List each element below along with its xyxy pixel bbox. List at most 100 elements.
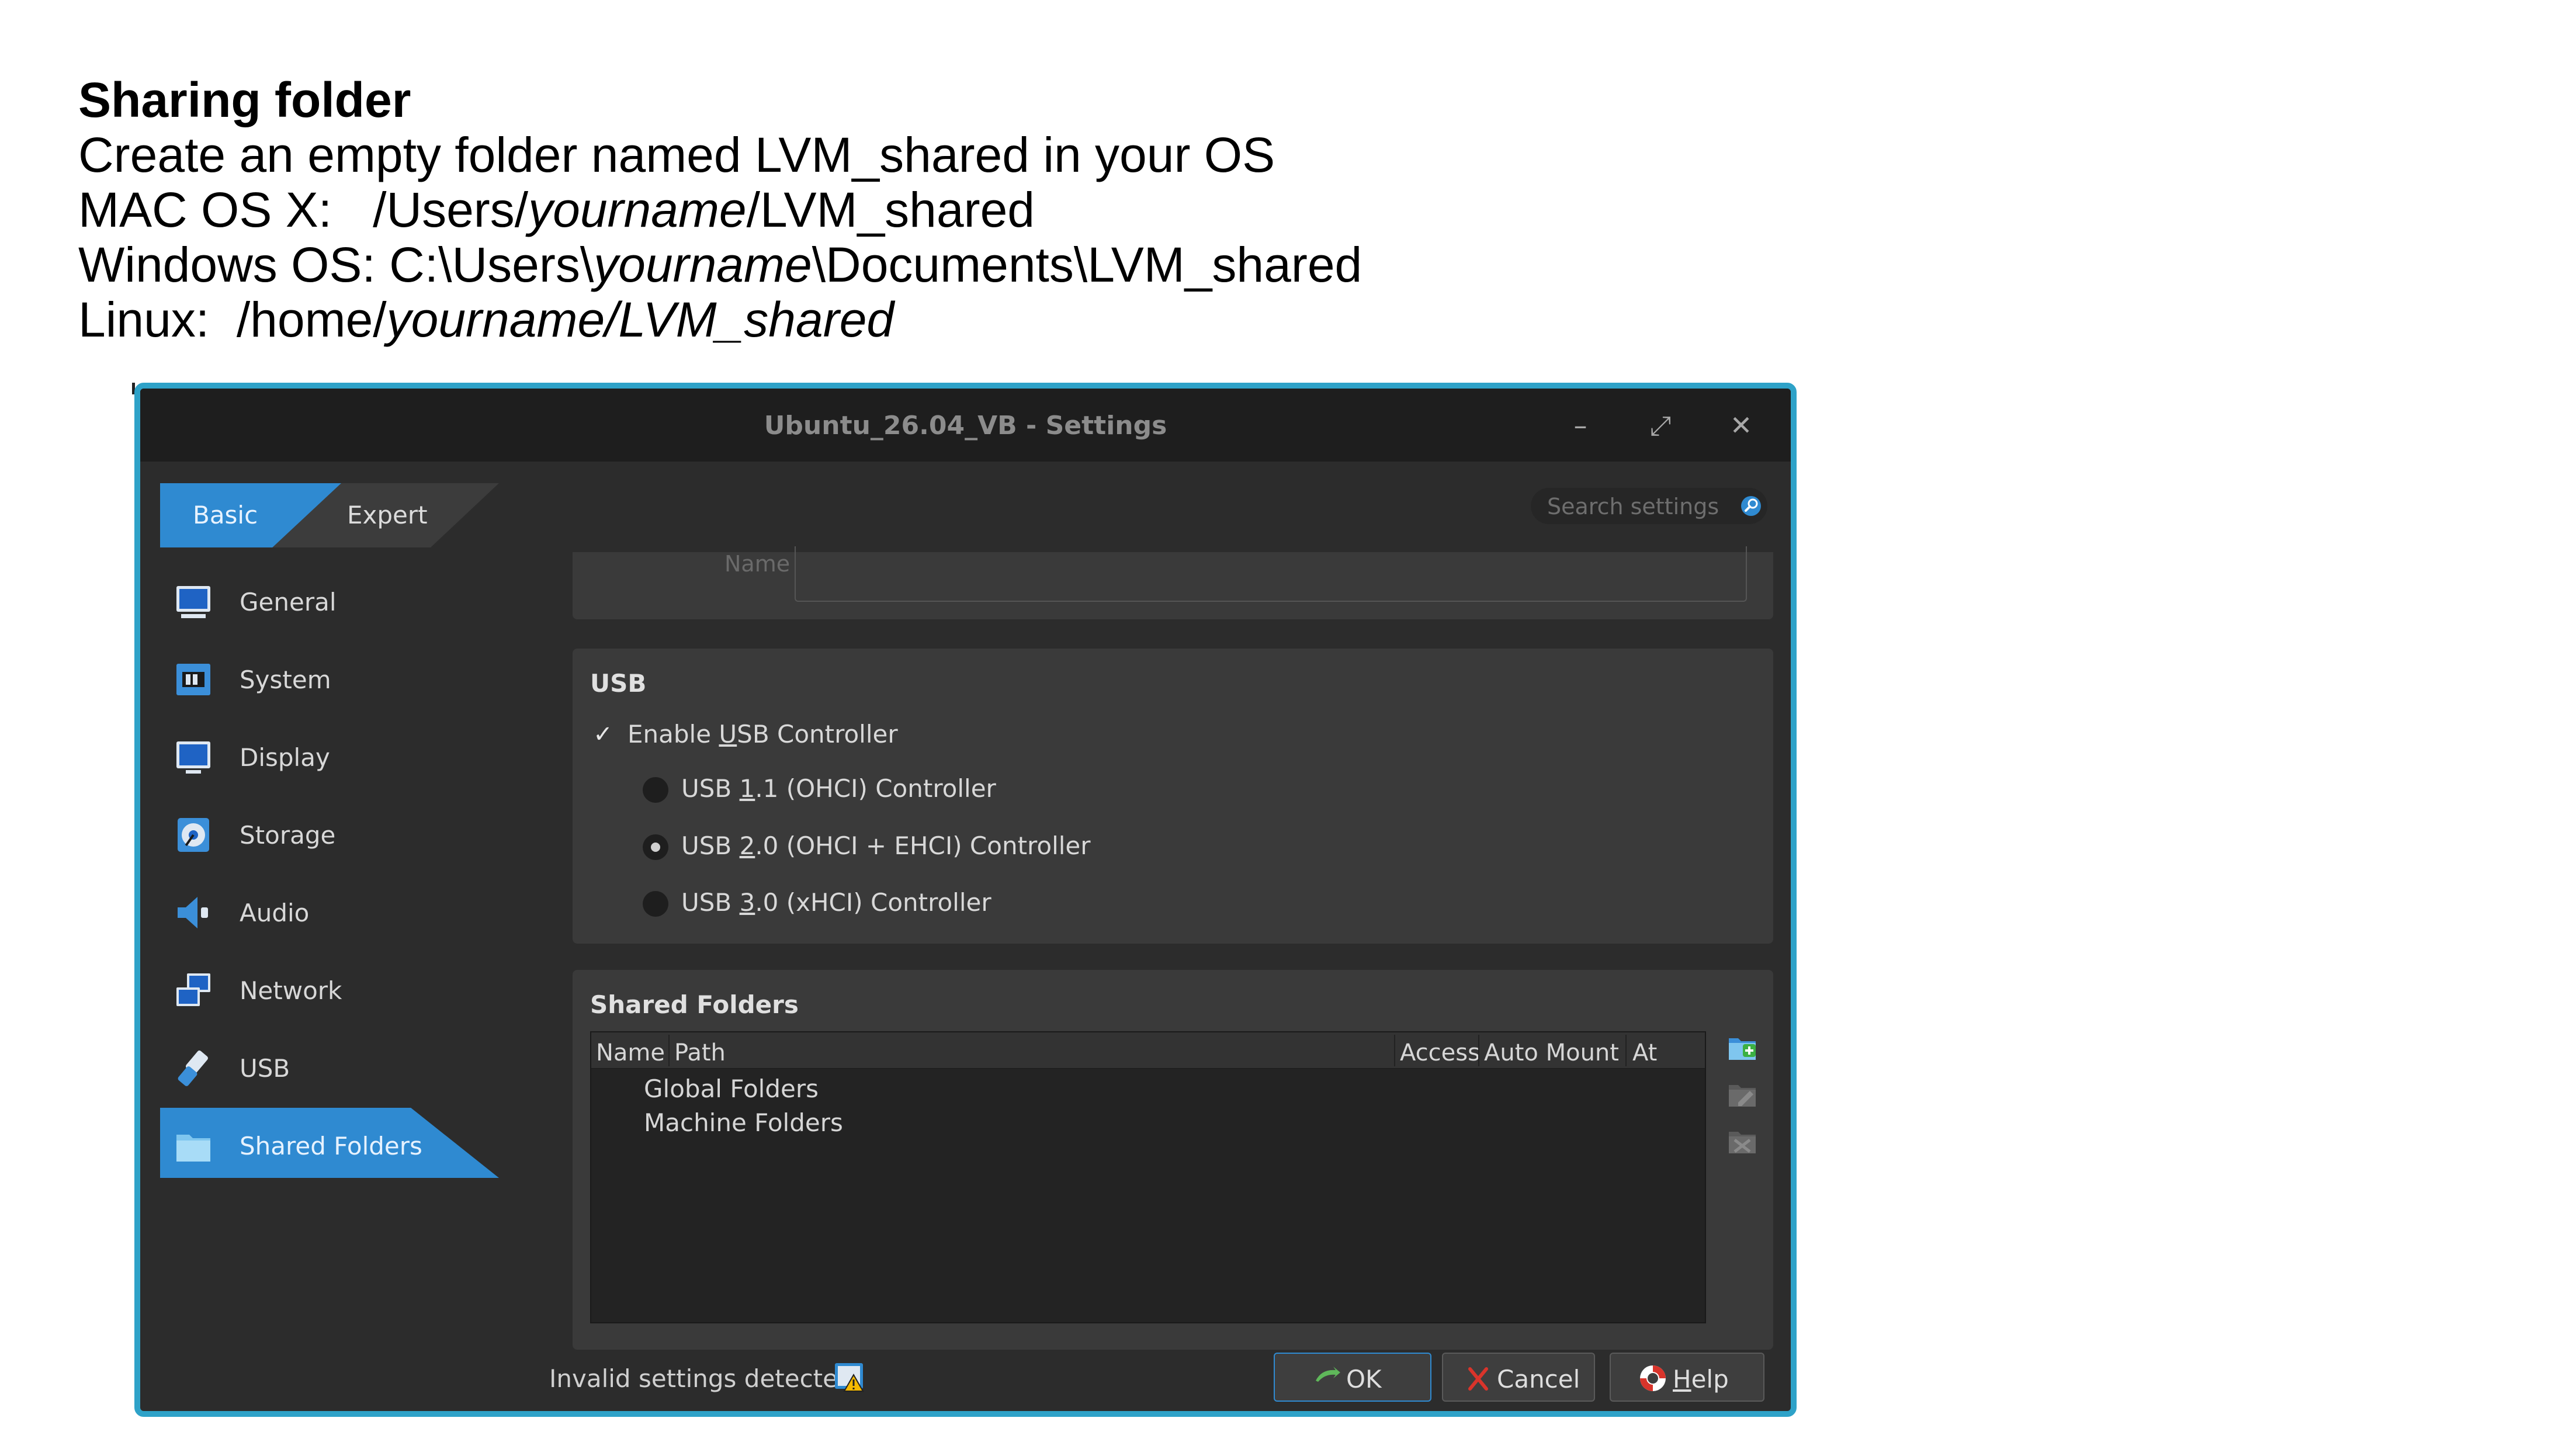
- slide-line-linux: Linux: /home/yourname/LVM_shared: [78, 292, 1362, 347]
- sidebar-item-system[interactable]: System: [160, 642, 499, 712]
- ok-label: OK: [1346, 1365, 1382, 1393]
- mnemonic-letter: 2: [739, 831, 755, 860]
- sidebar-item-label: General: [240, 588, 337, 616]
- linux-path-user: yourname/LVM_shared: [386, 292, 895, 347]
- tab-basic-label: Basic: [193, 501, 258, 529]
- settings-window: Ubuntu_26.04_VB - Settings – ⤢ ✕ Basic E…: [134, 383, 1797, 1417]
- slide-heading: Sharing folder: [78, 72, 411, 127]
- mac-path-suffix: /LVM_shared: [746, 182, 1035, 237]
- remove-shared-folder-icon[interactable]: [1726, 1125, 1758, 1156]
- add-shared-folder-icon[interactable]: [1726, 1031, 1758, 1063]
- tree-row-machine-folders[interactable]: Machine Folders: [644, 1108, 843, 1137]
- search-icon[interactable]: [1739, 494, 1763, 518]
- sidebar-item-label: USB: [240, 1054, 290, 1083]
- sidebar-item-label: Network: [240, 976, 342, 1005]
- cancel-label: Cancel: [1497, 1365, 1580, 1393]
- windows-path-prefix: Windows OS: C:\Users\: [78, 237, 594, 292]
- speaker-icon: [178, 897, 208, 928]
- network-icon: [176, 973, 210, 1006]
- close-button[interactable]: ✕: [1721, 405, 1762, 446]
- usb-2-0-radio[interactable]: [643, 834, 668, 860]
- usb-1-1-label[interactable]: USB 1.1 (OHCI) Controller: [681, 774, 996, 803]
- label-text: Enable: [627, 720, 719, 748]
- windows-path-user: yourname: [594, 237, 812, 292]
- warning-icon[interactable]: [833, 1361, 865, 1393]
- help-button[interactable]: Help: [1610, 1353, 1764, 1402]
- enable-usb-checkbox[interactable]: ✓: [591, 723, 615, 746]
- mnemonic-letter: H: [1673, 1365, 1691, 1393]
- label-text: USB: [681, 888, 740, 917]
- tree-row-global-folders[interactable]: Global Folders: [644, 1074, 819, 1103]
- label-text: .0 (xHCI) Controller: [755, 888, 991, 917]
- sidebar-item-label: System: [240, 665, 331, 694]
- column-header-path[interactable]: Path: [674, 1039, 726, 1066]
- label-text: .0 (OHCI + EHCI) Controller: [755, 831, 1091, 860]
- label-text: elp: [1691, 1365, 1729, 1393]
- disk-icon: [178, 818, 209, 852]
- column-header-name[interactable]: Name: [596, 1039, 665, 1066]
- mode-tabs: Basic Expert: [160, 483, 499, 547]
- usb-3-0-radio[interactable]: [643, 891, 668, 917]
- window-title: Ubuntu_26.04_VB - Settings: [764, 411, 1167, 441]
- sidebar-item-storage[interactable]: Storage: [160, 797, 499, 867]
- shared-folders-title: Shared Folders: [590, 990, 799, 1019]
- help-label: Help: [1673, 1365, 1729, 1393]
- windows-path-suffix: \Documents\LVM_shared: [812, 237, 1362, 292]
- column-separator[interactable]: [1625, 1035, 1627, 1066]
- column-header-at[interactable]: At: [1632, 1039, 1657, 1066]
- label-text: USB: [681, 774, 740, 803]
- usb-3-0-label[interactable]: USB 3.0 (xHCI) Controller: [681, 888, 991, 917]
- invalid-settings-text: Invalid settings detected: [549, 1364, 854, 1393]
- check-arrow-icon: [1316, 1367, 1340, 1382]
- sidebar-item-shared-folders[interactable]: Shared Folders: [160, 1108, 499, 1178]
- sidebar-item-label: Display: [240, 743, 330, 772]
- sidebar-item-network[interactable]: Network: [160, 952, 499, 1022]
- slide-line-create: Create an empty folder named LVM_shared …: [78, 127, 1275, 182]
- lifebuoy-icon: [1640, 1365, 1666, 1391]
- usb-2-0-label[interactable]: USB 2.0 (OHCI + EHCI) Controller: [681, 831, 1091, 860]
- linux-path-prefix: Linux: /home/: [78, 292, 387, 347]
- monitor-icon: [176, 586, 210, 618]
- tab-expert-label: Expert: [347, 501, 428, 529]
- usb-group: USB ✓ Enable USB Controller USB 1.1 (OHC…: [573, 649, 1773, 944]
- mnemonic-letter: U: [719, 720, 737, 748]
- ok-button[interactable]: OK: [1274, 1353, 1431, 1402]
- enable-usb-label[interactable]: Enable USB Controller: [627, 720, 898, 748]
- display-icon: [176, 741, 210, 774]
- shared-folders-group: Shared Folders Name Path Access Auto Mou…: [573, 970, 1773, 1350]
- slide-text: Sharing folder Create an empty folder na…: [78, 72, 1362, 347]
- slide-line-windows: Windows OS: C:\Users\yourname\Documents\…: [78, 237, 1362, 292]
- label-text: .1 (OHCI) Controller: [755, 774, 996, 803]
- maximize-button[interactable]: ⤢: [1640, 405, 1681, 446]
- title-bar: Ubuntu_26.04_VB - Settings – ⤢ ✕: [140, 389, 1791, 462]
- shared-folders-table[interactable]: Name Path Access Auto Mount At Global Fo…: [590, 1031, 1706, 1323]
- sidebar-item-usb[interactable]: USB: [160, 1030, 499, 1100]
- slide-line-mac: MAC OS X: /Users/yourname/LVM_shared: [78, 182, 1362, 237]
- mnemonic-letter: 1: [739, 774, 755, 803]
- sidebar-item-label: Audio: [240, 899, 310, 927]
- search-field[interactable]: Search settings: [1531, 488, 1767, 524]
- sidebar-item-general[interactable]: General: [160, 564, 499, 634]
- usb-icon: [178, 1051, 209, 1086]
- upper-settings-group: Name: [573, 546, 1773, 619]
- column-separator[interactable]: [1394, 1035, 1395, 1066]
- column-header-auto-mount[interactable]: Auto Mount: [1484, 1039, 1619, 1066]
- chip-icon: [176, 664, 210, 695]
- table-header: Name Path Access Auto Mount At: [591, 1032, 1705, 1069]
- usb-group-title: USB: [590, 669, 647, 698]
- edit-shared-folder-icon[interactable]: [1726, 1078, 1758, 1110]
- sidebar-item-display[interactable]: Display: [160, 719, 499, 789]
- minimize-button[interactable]: –: [1560, 405, 1601, 446]
- usb-1-1-radio[interactable]: [643, 777, 668, 803]
- sidebar-item-label: Shared Folders: [240, 1132, 422, 1160]
- name-field[interactable]: [795, 546, 1747, 602]
- cancel-button[interactable]: Cancel: [1442, 1353, 1595, 1402]
- column-header-access[interactable]: Access: [1400, 1039, 1480, 1066]
- column-separator[interactable]: [668, 1035, 670, 1066]
- sidebar-item-audio[interactable]: Audio: [160, 875, 499, 945]
- column-separator[interactable]: [1478, 1035, 1479, 1066]
- mnemonic-letter: 3: [739, 888, 755, 917]
- mac-path-prefix: MAC OS X: /Users/: [78, 182, 529, 237]
- label-text: USB: [681, 831, 740, 860]
- mac-path-user: yourname: [528, 182, 747, 237]
